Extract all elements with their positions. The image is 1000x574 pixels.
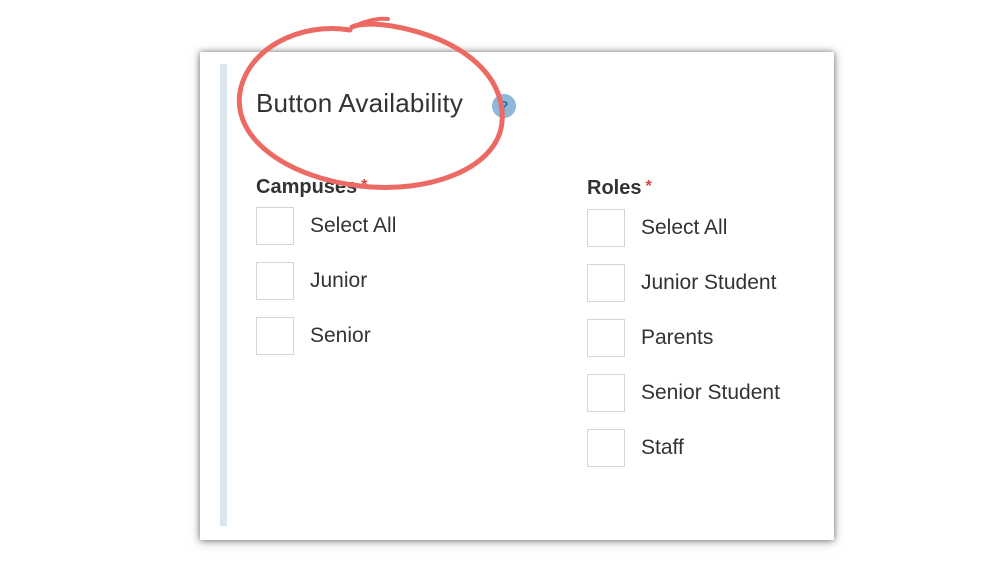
role-option-parents[interactable]: Parents xyxy=(587,319,713,357)
campus-option-senior[interactable]: Senior xyxy=(256,317,371,355)
option-label: Select All xyxy=(641,216,728,239)
option-label: Select All xyxy=(310,214,397,237)
role-option-junior-student[interactable]: Junior Student xyxy=(587,264,776,302)
checkbox[interactable] xyxy=(587,374,625,412)
roles-label-text: Roles xyxy=(587,177,642,199)
checkbox[interactable] xyxy=(587,209,625,247)
campuses-label: Campuses * xyxy=(256,176,367,199)
role-option-select-all[interactable]: Select All xyxy=(587,209,727,247)
checkbox[interactable] xyxy=(256,207,294,245)
campus-option-select-all[interactable]: Select All xyxy=(256,207,396,245)
checkbox[interactable] xyxy=(256,262,294,300)
checkbox[interactable] xyxy=(587,319,625,357)
option-label: Junior xyxy=(310,269,368,292)
campuses-label-text: Campuses xyxy=(256,176,358,198)
required-mark: * xyxy=(645,178,652,195)
roles-label: Roles * xyxy=(587,177,652,200)
option-label: Parents xyxy=(641,326,714,349)
required-mark: * xyxy=(361,177,368,194)
option-label: Junior Student xyxy=(641,271,777,294)
checkbox[interactable] xyxy=(587,264,625,302)
left-accent-bar xyxy=(220,64,227,526)
campus-option-junior[interactable]: Junior xyxy=(256,262,367,300)
option-label: Senior xyxy=(310,324,371,347)
role-option-staff[interactable]: Staff xyxy=(587,429,684,467)
checkbox[interactable] xyxy=(587,429,625,467)
help-icon[interactable]: ? xyxy=(492,94,516,118)
checkbox[interactable] xyxy=(256,317,294,355)
panel-title: Button Availability xyxy=(256,88,464,118)
option-label: Senior Student xyxy=(641,381,780,404)
button-availability-panel: Button Availability ? Campuses * Select A… xyxy=(200,52,834,540)
role-option-senior-student[interactable]: Senior Student xyxy=(587,374,780,412)
option-label: Staff xyxy=(641,436,684,459)
